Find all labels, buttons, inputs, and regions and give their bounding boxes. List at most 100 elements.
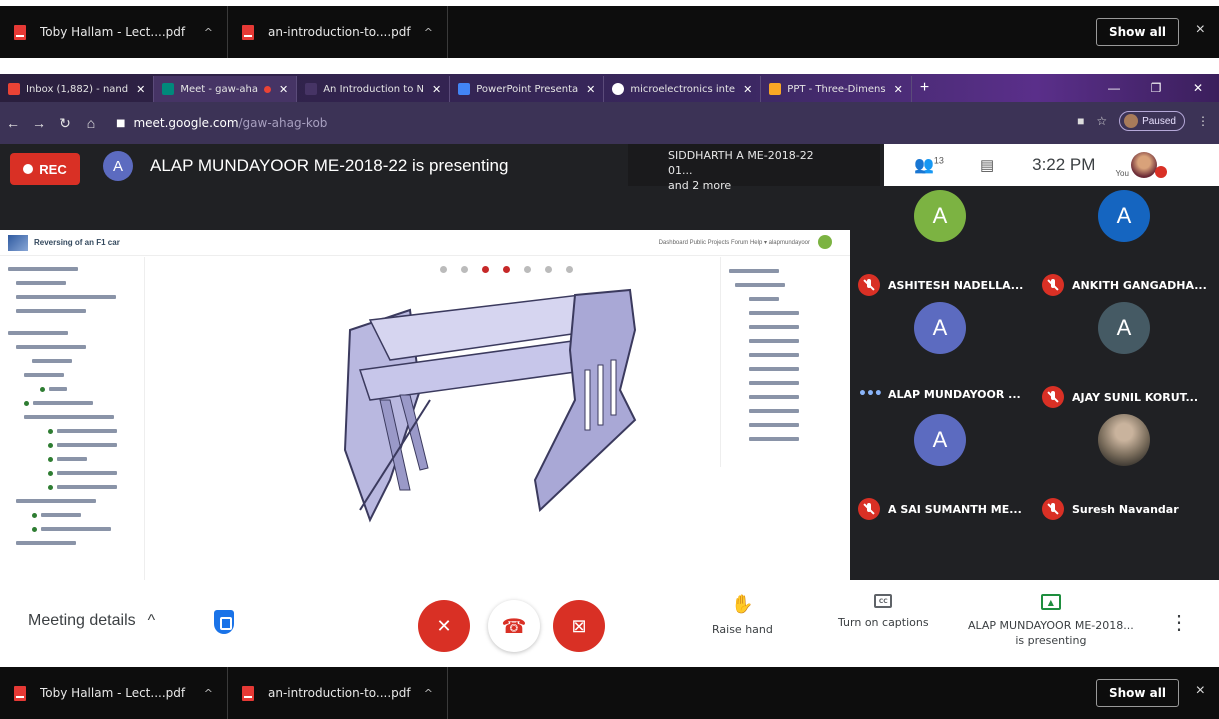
participant-name-bar: ANKITH GANGADHA... <box>1042 274 1207 296</box>
tab-microelectronics[interactable]: microelectronics inte ✕ <box>604 76 762 102</box>
new-tab-icon[interactable]: + <box>920 79 929 97</box>
notification-line: SIDDHARTH A ME-2018-22 01... <box>668 149 814 177</box>
chevron-up-icon[interactable]: ^ <box>424 26 433 39</box>
tree-row <box>32 523 144 535</box>
meeting-details-label: Meeting details <box>28 612 136 629</box>
presenting-button[interactable]: ▲ ALAP MUNDAYOOR ME-2018... is presentin… <box>968 594 1134 648</box>
close-tab-icon[interactable]: ✕ <box>743 83 752 96</box>
participant-tile[interactable]: A ••• ALAP MUNDAYOOR ... <box>850 298 1034 410</box>
tab-label: An Introduction to N <box>323 83 425 95</box>
close-tab-icon[interactable]: ✕ <box>279 83 288 96</box>
join-notification: SIDDHARTH A ME-2018-22 01... and 2 more <box>628 144 880 192</box>
window-close-icon[interactable]: ✕ <box>1177 74 1219 102</box>
people-button[interactable]: 👥13 <box>914 155 944 175</box>
show-all-button[interactable]: Show all <box>1095 18 1179 46</box>
download-item[interactable]: an-introduction-to....pdf ^ <box>228 6 448 58</box>
close-icon[interactable]: × <box>1196 682 1205 700</box>
menu-icon[interactable]: ⋮ <box>1197 114 1209 128</box>
tab-ppt[interactable]: PPT - Three-Dimens ✕ <box>761 76 912 102</box>
tree-row <box>48 467 144 479</box>
people-count: 13 <box>933 155 944 166</box>
participant-tile[interactable]: A A SAI SUMANTH ME... <box>850 410 1034 522</box>
tab-label: PowerPoint Presenta <box>476 83 579 95</box>
back-icon[interactable]: ← <box>0 115 26 131</box>
presenting-label-line: is presenting <box>1015 634 1087 647</box>
close-icon[interactable]: × <box>1196 21 1205 39</box>
present-screen-icon: ▲ <box>1040 594 1061 610</box>
tab-label: microelectronics inte <box>630 83 736 95</box>
tree-row <box>40 383 144 395</box>
download-item[interactable]: an-introduction-to....pdf ^ <box>228 667 448 719</box>
tab-meet[interactable]: Meet - gaw-aha ✕ <box>154 76 298 102</box>
download-item[interactable]: Toby Hallam - Lect....pdf ^ <box>0 6 228 58</box>
tree-row <box>8 277 144 289</box>
minimize-icon[interactable]: — <box>1093 74 1135 102</box>
record-dot-icon <box>23 164 34 174</box>
tab-label: PPT - Three-Dimens <box>787 83 886 95</box>
chat-icon[interactable]: ▤ <box>980 156 994 174</box>
profile-button[interactable]: Paused <box>1119 111 1185 131</box>
mic-off-icon <box>1042 274 1064 296</box>
raise-hand-button[interactable]: ✋ Raise hand <box>712 594 773 636</box>
camera-toggle-button[interactable]: ⊠ <box>553 600 605 652</box>
site-icon <box>612 83 625 95</box>
participant-tile[interactable]: A ASHITESH NADELLA... <box>850 186 1034 298</box>
tab-inbox[interactable]: Inbox (1,882) - nand ✕ <box>0 76 155 102</box>
meeting-details-button[interactable]: Meeting details ^ <box>28 612 155 630</box>
rec-label: REC <box>39 161 67 177</box>
mic-off-icon: ✕ <box>436 615 452 636</box>
security-shield-icon[interactable] <box>214 610 234 634</box>
captions-button[interactable]: CC Turn on captions <box>838 594 929 629</box>
download-bar-top: Toby Hallam - Lect....pdf ^ an-introduct… <box>0 6 1219 58</box>
tree-row <box>8 291 144 303</box>
chevron-up-icon[interactable]: ^ <box>204 687 213 700</box>
muted-icon <box>1154 166 1167 178</box>
star-icon[interactable]: ☆ <box>1096 114 1107 128</box>
document-icon <box>458 83 471 95</box>
url-host: meet.google.com <box>133 116 239 130</box>
pdf-icon <box>14 24 26 40</box>
hang-up-icon: ☎ <box>501 615 527 638</box>
more-options-icon[interactable]: ⋮ <box>1169 610 1189 635</box>
participant-tile[interactable]: A AJAY SUNIL KORUT... <box>1034 298 1218 410</box>
tree-row <box>729 391 825 403</box>
leave-call-button[interactable]: ☎ <box>488 600 540 652</box>
tab-introduction[interactable]: An Introduction to N ✕ <box>297 76 451 102</box>
close-tab-icon[interactable]: ✕ <box>136 83 145 96</box>
tree-row <box>8 411 144 423</box>
show-all-button[interactable]: Show all <box>1095 679 1179 707</box>
participant-name: A SAI SUMANTH ME... <box>888 502 1022 516</box>
close-tab-icon[interactable]: ✕ <box>894 83 903 96</box>
close-tab-icon[interactable]: ✕ <box>586 83 595 96</box>
profile-status: Paused <box>1142 115 1176 127</box>
participant-name-bar: ASHITESH NADELLA... <box>858 274 1023 296</box>
reload-icon[interactable]: ↻ <box>52 115 78 132</box>
shared-screen: Reversing of an F1 car Dashboard Public … <box>0 230 850 580</box>
presenting-label: ALAP MUNDAYOOR ME-2018... is presenting <box>968 618 1134 648</box>
participant-name-bar: Suresh Navandar <box>1042 498 1179 520</box>
microphone-toggle-button[interactable]: ✕ <box>418 600 470 652</box>
download-filename: an-introduction-to....pdf <box>268 25 411 39</box>
home-icon[interactable]: ⌂ <box>78 115 104 131</box>
tab-label: Meet - gaw-aha <box>180 83 258 95</box>
download-filename: an-introduction-to....pdf <box>268 686 411 700</box>
captions-icon: CC <box>874 594 893 608</box>
tab-powerpoint[interactable]: PowerPoint Presenta ✕ <box>450 76 605 102</box>
mic-off-icon <box>1042 498 1064 520</box>
url-field[interactable]: ■ meet.google.com/gaw-ahag-kob <box>116 116 327 130</box>
camera-in-use-icon[interactable]: ■ <box>1077 114 1084 128</box>
speaking-indicator-icon: ••• <box>858 386 883 402</box>
participant-tile[interactable]: Suresh Navandar <box>1034 410 1218 522</box>
tree-row <box>48 481 144 493</box>
close-tab-icon[interactable]: ✕ <box>432 83 441 96</box>
download-item[interactable]: Toby Hallam - Lect....pdf ^ <box>0 667 228 719</box>
presenting-title: ALAP MUNDAYOOR ME-2018-22 is presenting <box>150 156 509 175</box>
lock-icon: ■ <box>116 117 126 129</box>
chevron-up-icon[interactable]: ^ <box>204 26 213 39</box>
presenting-label-line: ALAP MUNDAYOOR ME-2018... <box>968 619 1134 632</box>
forward-icon[interactable]: → <box>26 115 52 131</box>
chevron-up-icon[interactable]: ^ <box>424 687 433 700</box>
tree-row <box>8 369 144 381</box>
restore-icon[interactable]: ❐ <box>1135 74 1177 102</box>
participant-tile[interactable]: A ANKITH GANGADHA... <box>1034 186 1218 298</box>
